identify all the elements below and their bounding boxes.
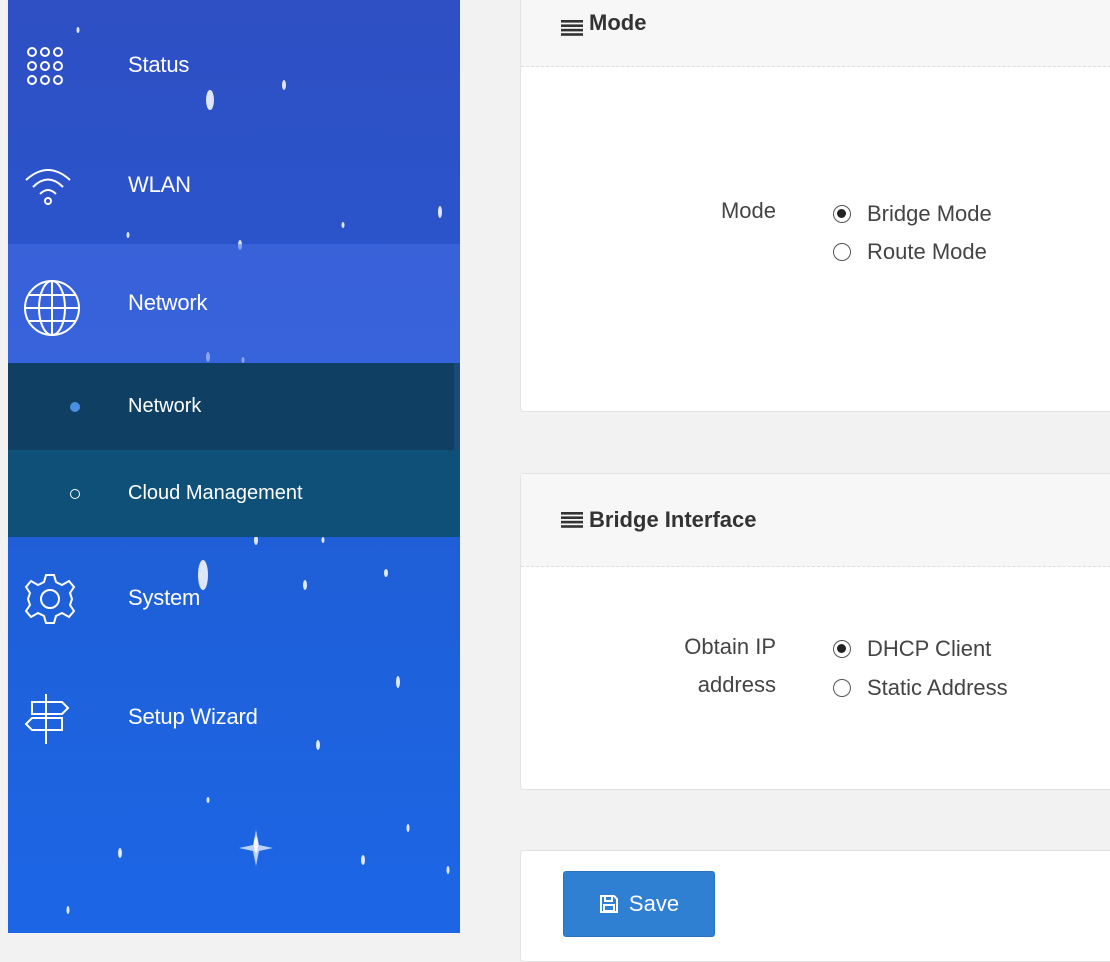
sidebar-item-wlan[interactable]: WLAN [8, 124, 460, 244]
radio-label: DHCP Client [867, 636, 992, 661]
sidebar-item-status[interactable]: Status [8, 4, 460, 124]
sidebar-item-label: Network [128, 290, 208, 315]
grid-dots-icon [22, 38, 74, 90]
sidebar-item-label: System [128, 585, 201, 610]
radio-label: Bridge Mode [867, 201, 992, 226]
panel-title: Mode [589, 10, 647, 35]
radio-button-checked[interactable] [833, 640, 851, 658]
radio-button[interactable] [833, 679, 851, 697]
bridge-interface-panel: Bridge Interface Obtain IP address DHCP … [520, 473, 1110, 790]
save-label: Save [628, 891, 680, 916]
submenu-item-label: Cloud Management [128, 482, 303, 504]
save-button[interactable]: Save [563, 871, 715, 937]
gear-icon [22, 571, 76, 624]
mode-panel: Mode Mode Bridge Mode Route Mode [520, 0, 1110, 412]
floppy-disk-icon [599, 895, 618, 913]
sidebar-item-label: Setup Wizard [128, 704, 258, 729]
panel-header: Mode [521, 0, 1110, 67]
radio-button-checked[interactable] [833, 205, 851, 223]
sidebar-item-label: Status [128, 52, 190, 77]
sidebar-item-system[interactable]: System [8, 537, 460, 657]
actions-panel: Save [520, 850, 1110, 962]
panel-title: Bridge Interface [589, 507, 757, 532]
sidebar-item-setup-wizard[interactable]: Setup Wizard [8, 656, 460, 776]
radio-route-mode[interactable]: Route Mode [833, 239, 987, 265]
active-bullet-icon [70, 401, 80, 412]
bullet-icon [70, 488, 80, 499]
radio-dhcp-client[interactable]: DHCP Client [833, 636, 991, 662]
obtain-ip-label-line2: address [697, 672, 776, 697]
radio-button[interactable] [833, 243, 851, 261]
submenu-item-cloud-management[interactable]: Cloud Management [8, 450, 460, 537]
sidebar-item-label: WLAN [128, 172, 191, 197]
sidebar: Status WLAN Network Network Cloud Manage… [8, 0, 460, 933]
list-icon [561, 512, 583, 528]
radio-static-address[interactable]: Static Address [833, 675, 1008, 701]
active-indicator [454, 363, 460, 450]
submenu-item-label: Network [128, 395, 202, 417]
list-icon [561, 20, 583, 36]
mode-label: Mode [720, 198, 776, 223]
radio-label: Static Address [867, 675, 1008, 700]
signpost-icon [22, 690, 74, 744]
radio-label: Route Mode [867, 239, 987, 264]
globe-icon [22, 278, 80, 336]
sidebar-item-network[interactable]: Network [8, 244, 460, 364]
wifi-icon [22, 158, 74, 210]
radio-bridge-mode[interactable]: Bridge Mode [833, 201, 992, 227]
obtain-ip-label-line1: Obtain IP [684, 634, 776, 659]
panel-header: Bridge Interface [521, 474, 1110, 567]
submenu-item-network[interactable]: Network [8, 363, 460, 450]
